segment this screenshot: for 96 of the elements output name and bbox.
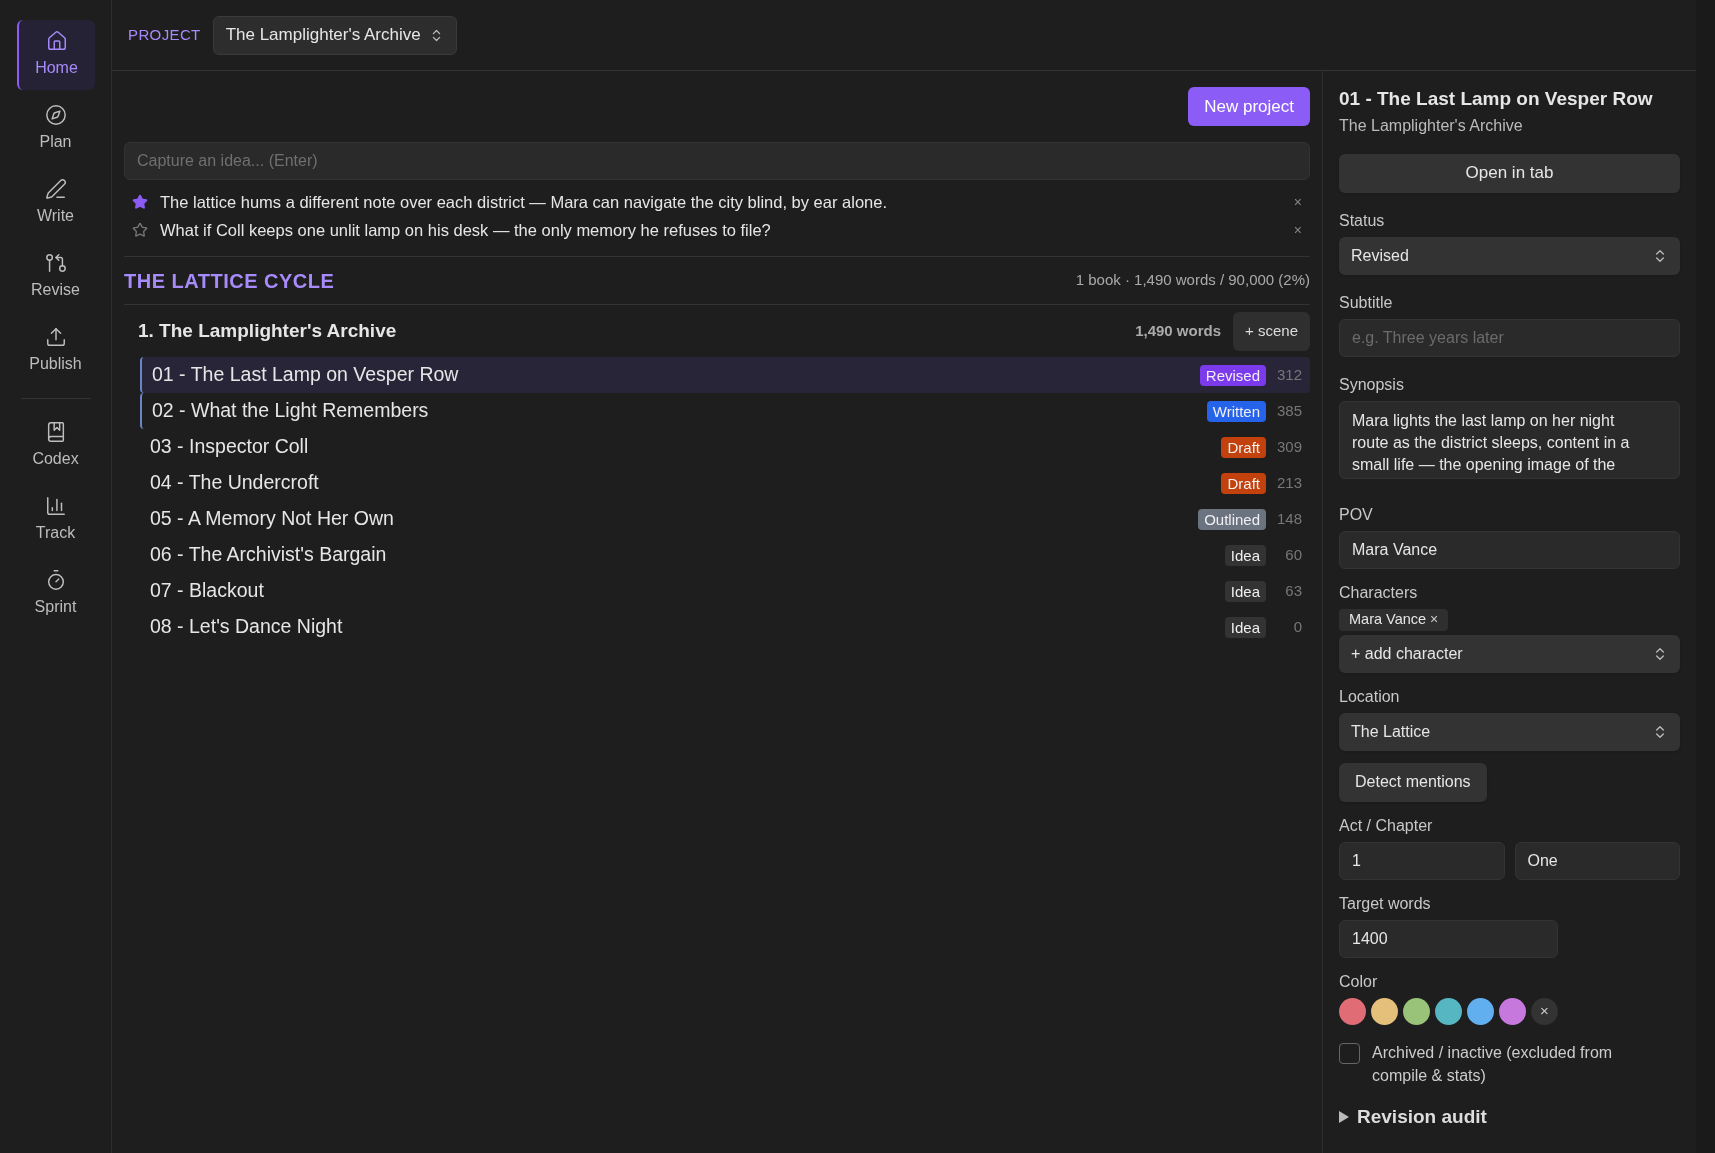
color-swatch[interactable] [1499,997,1526,1025]
scene-row[interactable]: 06 - The Archivist's Bargain Idea 60 [140,537,1310,573]
compass-icon [44,104,67,126]
open-in-tab-button[interactable]: Open in tab [1339,153,1680,193]
idea-text: The lattice hums a different note over each district — Mara can navigate the city blind, by ear alone. [160,191,888,213]
chapter-input[interactable]: One [1514,841,1680,880]
idea-text: What if Coll keeps one unlit lamp on his desk — the only memory he refuses to file? [160,219,772,241]
field-label: Synopsis [1339,374,1405,395]
bar-chart-icon [44,495,67,517]
status-badge: Outlined [1198,508,1266,530]
status-badge: Idea [1224,616,1266,638]
idea-input[interactable]: Capture an idea... (Enter) [124,142,1310,180]
scene-word-count: 213 [1275,472,1302,493]
field-label: Location [1339,686,1401,707]
project-select[interactable]: The Lamplighter's Archive [212,15,457,55]
revision-audit-toggle[interactable]: Revision audit [1339,1102,1680,1131]
disclosure-triangle-icon [1339,1110,1349,1123]
synopsis-textarea[interactable]: Mara lights the last lamp on her night route as the district sleeps, content in a small life — the opening image of the [1339,400,1680,479]
scene-word-count: 312 [1275,364,1302,385]
book-word-count: 1,490 words [1135,320,1222,341]
status-badge: Draft [1221,472,1266,494]
act-input[interactable]: 1 [1339,841,1505,880]
status-badge: Idea [1224,580,1266,602]
scene-title: 03 - Inspector Coll [150,434,310,460]
upload-icon [44,326,67,348]
remove-tag-button[interactable]: × [1430,609,1439,630]
color-swatch[interactable] [1467,997,1494,1025]
detect-mentions-button[interactable]: Detect mentions [1339,762,1487,802]
book-title: 1. The Lamplighter's Archive [138,318,397,343]
scene-title: 01 - The Last Lamp on Vesper Row [152,362,460,388]
nav-item[interactable]: Write [16,168,95,238]
scene-title: 02 - What the Light Remembers [152,398,430,424]
new-project-button[interactable]: New project [1188,87,1310,126]
scene-word-count: 309 [1275,436,1302,457]
field-label: Color [1339,971,1379,992]
add-scene-button[interactable]: + scene [1233,311,1310,351]
location-select[interactable]: The Lattice [1339,712,1680,751]
color-swatch[interactable] [1403,997,1430,1025]
scene-word-count: 385 [1275,400,1302,421]
nav-item[interactable]: Home [16,20,95,90]
subtitle-input[interactable]: e.g. Three years later [1339,318,1680,357]
pen-icon [44,178,67,200]
status-badge: Idea [1224,544,1266,566]
scene-title: 08 - Let's Dance Night [150,614,344,640]
scene-title: 06 - The Archivist's Bargain [150,542,388,568]
star-icon[interactable] [132,222,148,238]
scene-row[interactable]: 03 - Inspector Coll Draft 309 [140,429,1310,465]
field-label: Target words [1339,893,1432,914]
series-stats: 1 book · 1,490 words / 90,000 (2%) [1075,270,1310,291]
status-badge: Written [1206,400,1266,422]
series-title: THE LATTICE CYCLE [124,268,335,294]
field-label: Act / Chapter [1339,815,1434,836]
field-label: Characters [1339,582,1419,603]
field-label: Status [1339,210,1386,231]
color-swatch[interactable] [1371,997,1398,1025]
status-badge: Draft [1221,436,1266,458]
scene-row[interactable]: 08 - Let's Dance Night Idea 0 [140,609,1310,645]
scene-row[interactable]: 02 - What the Light Remembers Written 385 [140,393,1310,429]
clear-color-button[interactable]: × [1531,997,1558,1025]
branch-icon [44,252,67,274]
status-select[interactable]: Revised [1339,236,1680,275]
field-label: POV [1339,504,1374,525]
field-label: Subtitle [1339,292,1394,313]
scene-title: 07 - Blackout [150,578,265,604]
remove-button[interactable]: × [1293,219,1302,241]
add-character-select[interactable]: + add character [1339,634,1680,673]
nav-item[interactable]: Codex [16,411,95,481]
character-tag: Mara Vance [1349,608,1427,631]
scene-row[interactable]: 07 - Blackout Idea 63 [140,573,1310,609]
scene-word-count: 60 [1284,544,1302,565]
nav-item[interactable]: Track [16,485,95,555]
scene-title: 05 - A Memory Not Her Own [150,506,395,532]
archived-checkbox[interactable] [1339,1042,1360,1064]
scene-word-count: 63 [1284,580,1302,601]
nav-item[interactable]: Sprint [16,559,95,629]
status-badge: Revised [1199,364,1266,386]
scene-row[interactable]: 05 - A Memory Not Her Own Outlined 148 [140,501,1310,537]
home-icon [45,30,68,52]
nav-item[interactable]: Plan [16,94,95,164]
star-icon[interactable] [132,194,148,210]
scene-heading: 01 - The Last Lamp on Vesper Row [1339,87,1654,111]
color-swatch[interactable] [1435,997,1462,1025]
nav-item[interactable]: Publish [16,316,95,386]
project-label: PROJECT [128,24,201,45]
remove-button[interactable]: × [1293,191,1302,213]
nav-item[interactable]: Revise [16,242,95,312]
archived-label: Archived / inactive (excluded from compile & stats) [1372,1042,1614,1086]
book-subtitle: The Lamplighter's Archive [1339,115,1524,136]
scene-title: 04 - The Undercroft [150,470,320,496]
color-swatch[interactable] [1339,997,1366,1025]
scene-row[interactable]: 01 - The Last Lamp on Vesper Row Revised 312 [140,357,1310,393]
pov-input[interactable]: Mara Vance [1339,530,1680,569]
scene-word-count: 148 [1275,508,1302,529]
scene-row[interactable]: 04 - The Undercroft Draft 213 [140,465,1310,501]
target-words-input[interactable]: 1400 [1339,919,1558,958]
scene-word-count: 0 [1292,616,1302,637]
